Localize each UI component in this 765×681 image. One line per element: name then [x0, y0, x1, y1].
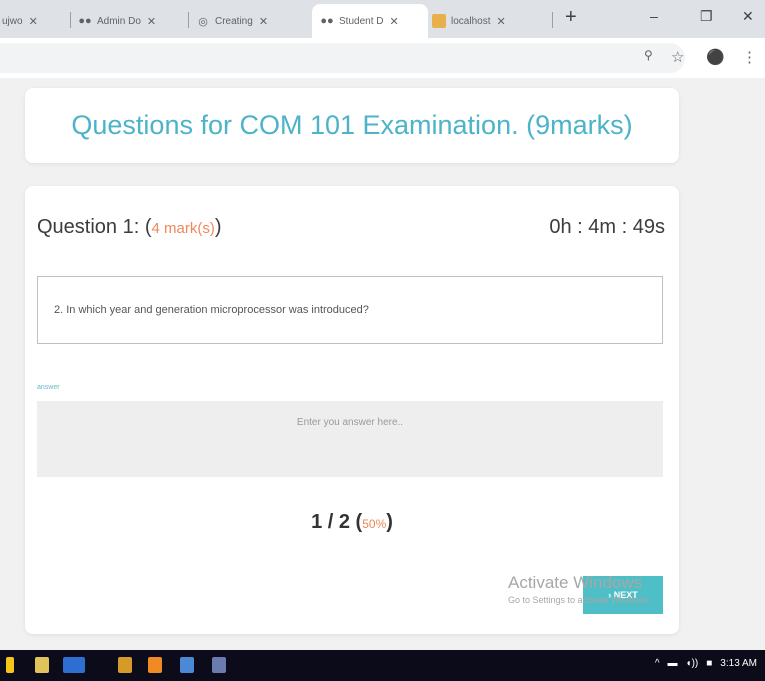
close-tab-icon[interactable]: ✕ — [259, 15, 268, 28]
app-icon[interactable] — [118, 657, 132, 673]
tab-label: localhost — [451, 15, 491, 27]
shield-icon[interactable] — [180, 657, 194, 673]
clock[interactable]: 3:13 AM — [720, 658, 757, 669]
vlc-icon[interactable] — [148, 657, 162, 673]
star-icon[interactable]: ☆ — [671, 48, 684, 66]
question-label-close: ) — [214, 216, 222, 238]
close-tab-icon[interactable]: ✕ — [147, 15, 156, 28]
tab-4-active[interactable]: ●● Student D ✕ — [312, 4, 428, 38]
mask-icon: ●● — [78, 15, 92, 27]
close-window-button[interactable]: ✕ — [742, 8, 754, 25]
progress-open: ( — [350, 511, 363, 533]
progress-close: ) — [386, 511, 393, 533]
answer-input[interactable] — [37, 401, 663, 477]
restore-button[interactable]: ❐ — [700, 8, 713, 25]
minimize-button[interactable]: – — [650, 8, 658, 24]
chrome-icon[interactable] — [63, 657, 85, 673]
tab-label: ujwo — [2, 15, 23, 27]
activate-windows-watermark: Activate Windows Go to Settings to activ… — [508, 573, 650, 605]
windows-taskbar: ^ ▬ ◖)) ■ 3:13 AM — [0, 650, 765, 681]
tab-label: Student D — [339, 15, 384, 27]
volume-icon[interactable]: ◖)) — [686, 658, 699, 669]
page-viewport: Questions for COM 101 Examination. (9mar… — [0, 78, 765, 650]
close-tab-icon[interactable]: ✕ — [389, 15, 398, 28]
system-tray: ^ ▬ ◖)) ■ 3:13 AM — [655, 658, 757, 669]
mask-icon: ●● — [320, 15, 334, 27]
browser-toolbar: ⚲ ☆ ⚫ ⋮ — [0, 38, 765, 78]
chevron-up-icon[interactable]: ^ — [655, 658, 660, 669]
account-icon[interactable]: ⚫ — [706, 48, 725, 66]
browser-tab-bar: ujwo ✕ ●● Admin Do ✕ ◎ Creating ✕ ●● Stu… — [0, 0, 765, 38]
watermark-subtitle: Go to Settings to activate Windows. — [508, 595, 651, 605]
progress-count: 1 / 2 — [311, 511, 350, 533]
address-bar[interactable] — [0, 43, 685, 73]
folder-icon — [432, 14, 446, 28]
calculator-icon[interactable] — [212, 657, 226, 673]
notification-icon[interactable]: ■ — [706, 658, 712, 669]
tab-3[interactable]: ◎ Creating ✕ — [196, 4, 301, 38]
tab-separator — [188, 12, 189, 28]
question-marks: 4 mark(s) — [151, 220, 215, 237]
tab-separator — [552, 12, 553, 28]
tab-separator — [70, 12, 71, 28]
zoom-icon[interactable]: ⚲ — [644, 48, 653, 62]
new-tab-button[interactable]: + — [565, 6, 577, 29]
page-title: Questions for COM 101 Examination. (9mar… — [71, 110, 633, 140]
tab-label: Creating — [215, 15, 253, 27]
tab-5[interactable]: localhost ✕ — [432, 4, 542, 38]
question-card: Question 1: (4 mark(s)) 0h : 4m : 49s 2.… — [25, 186, 679, 634]
question-label: Question 1: ( — [37, 216, 152, 238]
tab-2[interactable]: ●● Admin Do ✕ — [78, 4, 178, 38]
explorer-icon[interactable] — [35, 657, 49, 673]
globe-icon: ◎ — [198, 15, 208, 28]
answer-label: answer — [37, 384, 60, 391]
question-text-box: 2. In which year and generation micropro… — [37, 276, 663, 344]
network-icon[interactable]: ▬ — [668, 658, 678, 669]
question-header: Question 1: (4 mark(s)) — [37, 216, 222, 239]
tab-label: Admin Do — [97, 15, 141, 27]
windows-icon[interactable] — [6, 657, 14, 673]
tab-1[interactable]: ujwo ✕ — [2, 4, 62, 38]
progress-percent: 50% — [362, 517, 387, 531]
title-card: Questions for COM 101 Examination. (9mar… — [25, 88, 679, 163]
countdown-timer: 0h : 4m : 49s — [549, 216, 665, 238]
close-tab-icon[interactable]: ✕ — [29, 15, 38, 28]
menu-icon[interactable]: ⋮ — [742, 48, 757, 66]
question-text: 2. In which year and generation micropro… — [54, 304, 369, 316]
watermark-title: Activate Windows — [508, 573, 643, 592]
close-tab-icon[interactable]: ✕ — [496, 15, 505, 28]
progress-indicator: 1 / 2 (50%) — [25, 511, 679, 534]
